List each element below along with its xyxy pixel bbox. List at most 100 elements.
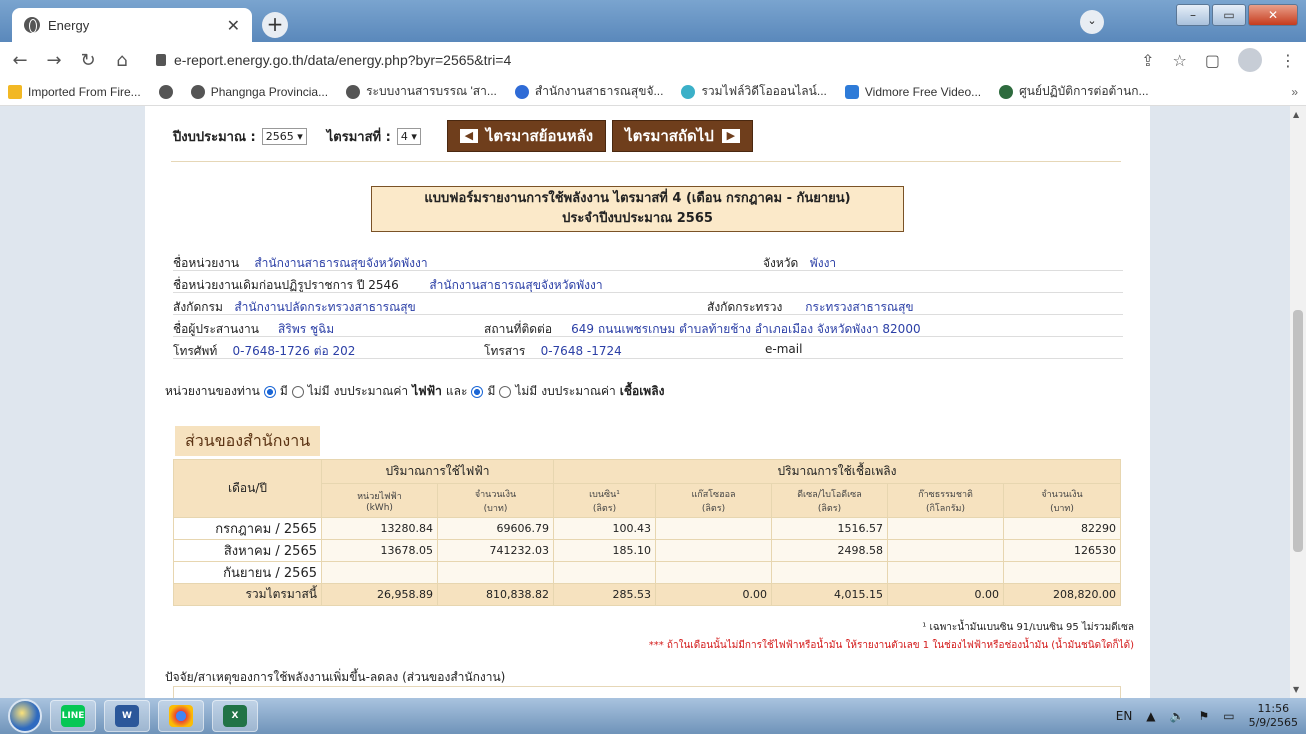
table-cell[interactable]: 13678.05 <box>321 539 438 562</box>
bookmark-item[interactable]: ระบบงานสารบรรณ 'สา... <box>346 82 497 101</box>
table-cell[interactable]: 741232.03 <box>437 539 554 562</box>
side-panel-icon[interactable]: ▢ <box>1205 51 1220 70</box>
total-cell: 0.00 <box>655 583 772 606</box>
scroll-thumb[interactable] <box>1293 310 1303 552</box>
table-cell[interactable]: 2498.58 <box>771 539 888 562</box>
address-bar[interactable]: e-report.energy.go.th/data/energy.php?by… <box>146 46 1127 74</box>
section-title: ส่วนของสำนักงาน <box>175 426 321 456</box>
home-icon[interactable]: ⌂ <box>112 50 132 71</box>
volume-icon[interactable]: 🔈 <box>1170 709 1185 723</box>
col-header: เบนซิน¹ (ลิตร) <box>553 483 656 518</box>
bookmark-item[interactable]: ศูนย์ปฏิบัติการต่อต้านก... <box>999 82 1149 101</box>
table-cell[interactable] <box>655 561 772 584</box>
table-cell[interactable]: 100.43 <box>553 517 656 540</box>
action-center-icon[interactable]: ⚑ <box>1198 709 1209 723</box>
word-app-button[interactable]: W <box>104 700 150 732</box>
scrollbar[interactable]: ▲ ▼ <box>1290 106 1306 698</box>
table-cell[interactable]: 69606.79 <box>437 517 554 540</box>
forward-icon[interactable]: → <box>44 50 64 71</box>
factors-textarea[interactable] <box>173 686 1121 698</box>
energy-usage-table: เดือน/ปี ปริมาณการใช้ไฟฟ้า ปริมาณการใช้เ… <box>173 459 1121 606</box>
bookmark-item[interactable]: Imported From Fire... <box>8 84 141 99</box>
table-cell[interactable] <box>553 561 656 584</box>
close-tab-icon[interactable]: ✕ <box>227 16 240 35</box>
total-cell: 4,015.15 <box>771 583 888 606</box>
scroll-up-icon[interactable]: ▲ <box>1293 110 1299 119</box>
bookmark-item[interactable]: รวมไฟล์วิดีโอออนไลน์... <box>681 82 827 101</box>
year-select[interactable]: 2565 ▾ <box>261 127 307 145</box>
table-cell[interactable] <box>887 539 1004 562</box>
bookmark-star-icon[interactable]: ☆ <box>1173 51 1187 70</box>
bookmark-item[interactable] <box>158 84 173 99</box>
table-row: กรกฎาคม / 2565 13280.84 69606.79 100.43 … <box>173 517 1121 540</box>
bookmark-item[interactable]: Vidmore Free Video... <box>844 84 981 99</box>
next-quarter-button[interactable]: ไตรมาสถัดไป ▶ <box>612 120 753 152</box>
total-cell: 810,838.82 <box>437 583 554 606</box>
quarter-select[interactable]: 4 ▾ <box>396 127 421 145</box>
site-icon <box>514 84 529 99</box>
electricity-budget-yes-radio[interactable] <box>263 385 276 398</box>
table-cell[interactable]: 126530 <box>1003 539 1121 562</box>
network-icon[interactable]: ▭ <box>1223 709 1234 723</box>
tab-search-icon[interactable]: ⌄ <box>1080 10 1104 34</box>
table-cell[interactable]: 82290 <box>1003 517 1121 540</box>
reload-icon[interactable]: ↻ <box>78 50 98 71</box>
table-cell[interactable] <box>1003 561 1121 584</box>
table-cell[interactable] <box>321 561 438 584</box>
prev-quarter-button[interactable]: ◀ ไตรมาสย้อนหลัง <box>446 120 607 152</box>
lock-icon <box>156 54 166 66</box>
bookmark-item[interactable]: สำนักงานสาธารณสุขจั... <box>514 82 663 101</box>
start-button[interactable] <box>8 699 42 733</box>
divider <box>171 161 1121 162</box>
year-label: ปีงบประมาณ : <box>173 129 256 145</box>
menu-icon[interactable]: ⋮ <box>1280 51 1296 70</box>
window-controls: – ▭ ✕ <box>1176 4 1298 26</box>
table-cell[interactable]: 1516.57 <box>771 517 888 540</box>
folder-icon <box>8 84 22 99</box>
chrome-app-button[interactable] <box>158 700 204 732</box>
line-app-button[interactable]: LINE <box>50 700 96 732</box>
table-cell[interactable] <box>655 517 772 540</box>
excel-app-button[interactable]: X <box>212 700 258 732</box>
electricity-budget-no-radio[interactable] <box>291 385 304 398</box>
globe-icon <box>346 84 361 99</box>
table-cell[interactable]: 13280.84 <box>321 517 438 540</box>
taskbar: LINE W X EN ▲ 🔈 ⚑ ▭ 11:56 5/9/2565 <box>0 698 1306 734</box>
show-hidden-icons[interactable]: ▲ <box>1146 709 1155 723</box>
language-indicator[interactable]: EN <box>1116 709 1133 723</box>
new-tab-button[interactable]: + <box>262 12 288 38</box>
fuel-budget-no-radio[interactable] <box>499 385 512 398</box>
table-cell[interactable] <box>437 561 554 584</box>
share-icon[interactable]: ⇪ <box>1141 51 1154 70</box>
table-row: กันยายน / 2565 <box>173 561 1121 584</box>
table-cell[interactable] <box>771 561 888 584</box>
table-cell[interactable] <box>655 539 772 562</box>
electricity-header: ปริมาณการใช้ไฟฟ้า <box>321 459 554 484</box>
browser-toolbar: ← → ↻ ⌂ e-report.energy.go.th/data/energ… <box>0 42 1306 78</box>
table-cell[interactable]: 185.10 <box>553 539 656 562</box>
bookmarks-bar: Imported From Fire... Phangnga Provincia… <box>0 78 1306 106</box>
form-title: แบบฟอร์มรายงานการใช้พลังงาน ไตรมาสที่ 4 … <box>371 186 904 232</box>
page-content: ปีงบประมาณ : 2565 ▾ ไตรมาสที่ : 4 ▾ ◀ ไต… <box>145 106 1150 698</box>
profile-avatar[interactable] <box>1238 48 1262 72</box>
arrow-right-icon: ▶ <box>721 129 740 143</box>
maximize-button[interactable]: ▭ <box>1212 4 1246 26</box>
col-header: ดีเซล/ไบโอดีเซล (ลิตร) <box>771 483 888 518</box>
month-header: เดือน/ปี <box>173 459 322 518</box>
clock[interactable]: 11:56 5/9/2565 <box>1249 702 1298 730</box>
bookmark-item[interactable]: Phangnga Provincia... <box>190 84 328 99</box>
total-cell: 208,820.00 <box>1003 583 1121 606</box>
col-header: จำนวนเงิน (บาท) <box>1003 483 1121 518</box>
more-bookmarks-icon[interactable]: » <box>1291 85 1298 99</box>
total-cell: 285.53 <box>553 583 656 606</box>
scroll-down-icon[interactable]: ▼ <box>1293 685 1299 694</box>
browser-tab[interactable]: Energy ✕ <box>12 8 252 42</box>
tab-title: Energy <box>48 17 90 33</box>
back-icon[interactable]: ← <box>10 50 30 71</box>
minimize-button[interactable]: – <box>1176 4 1210 26</box>
close-window-button[interactable]: ✕ <box>1248 4 1298 26</box>
fuel-budget-yes-radio[interactable] <box>471 385 484 398</box>
table-row: สิงหาคม / 2565 13678.05 741232.03 185.10… <box>173 539 1121 562</box>
table-cell[interactable] <box>887 517 1004 540</box>
table-cell[interactable] <box>887 561 1004 584</box>
